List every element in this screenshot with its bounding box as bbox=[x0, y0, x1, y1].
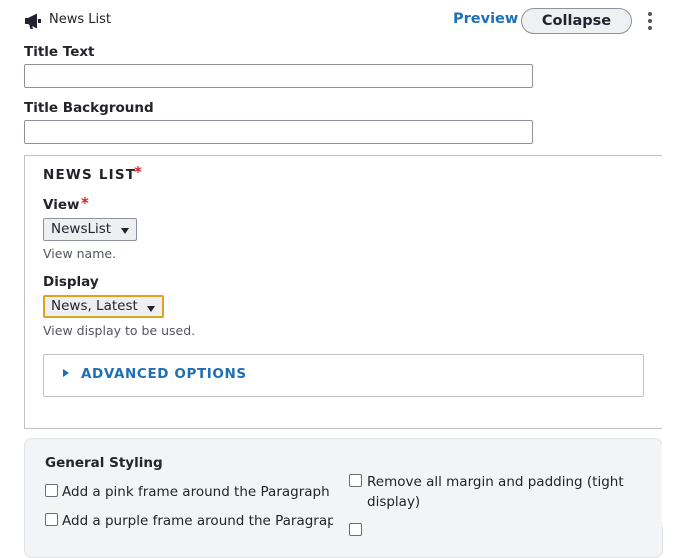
view-label: View bbox=[43, 197, 80, 213]
display-description: View display to be used. bbox=[43, 323, 196, 338]
title-text-input[interactable] bbox=[24, 64, 533, 88]
purple-frame-checkbox[interactable] bbox=[45, 513, 58, 526]
title-text-label: Title Text bbox=[24, 44, 95, 60]
news-list-legend: NEWS LIST bbox=[43, 167, 137, 183]
tight-display-checkbox[interactable] bbox=[349, 474, 362, 487]
megaphone-icon bbox=[25, 13, 41, 29]
chevron-down-icon bbox=[147, 306, 155, 312]
required-marker: * bbox=[81, 194, 89, 212]
display-label: Display bbox=[43, 274, 99, 290]
display-select-value: News, Latest bbox=[51, 298, 138, 314]
checkbox[interactable] bbox=[349, 523, 362, 536]
purple-frame-label[interactable]: Add a purple frame around the Paragraph bbox=[62, 511, 333, 531]
view-description: View name. bbox=[43, 246, 117, 261]
general-styling-title: General Styling bbox=[45, 455, 163, 471]
pink-frame-checkbox[interactable] bbox=[45, 484, 58, 497]
chevron-down-icon bbox=[121, 228, 129, 234]
collapse-button[interactable]: Collapse bbox=[521, 8, 632, 34]
title-background-input[interactable] bbox=[24, 120, 533, 144]
pink-frame-label[interactable]: Add a pink frame around the Paragraph bbox=[62, 482, 330, 502]
paragraph-header: News List Preview Collapse bbox=[0, 0, 676, 40]
required-marker: * bbox=[134, 163, 142, 181]
view-select-value: NewsList bbox=[51, 221, 112, 237]
advanced-options-label[interactable]: ADVANCED OPTIONS bbox=[81, 366, 247, 382]
triangle-right-icon bbox=[63, 369, 69, 377]
title-background-label: Title Background bbox=[24, 100, 154, 116]
display-select[interactable]: News, Latest bbox=[43, 295, 164, 318]
more-actions-icon[interactable] bbox=[645, 12, 655, 32]
paragraph-type-label: News List bbox=[49, 12, 111, 27]
page-gutter bbox=[662, 0, 676, 526]
tight-display-label[interactable]: Remove all margin and padding (tight dis… bbox=[367, 472, 637, 512]
preview-link[interactable]: Preview bbox=[453, 11, 518, 27]
view-select[interactable]: NewsList bbox=[43, 218, 137, 241]
